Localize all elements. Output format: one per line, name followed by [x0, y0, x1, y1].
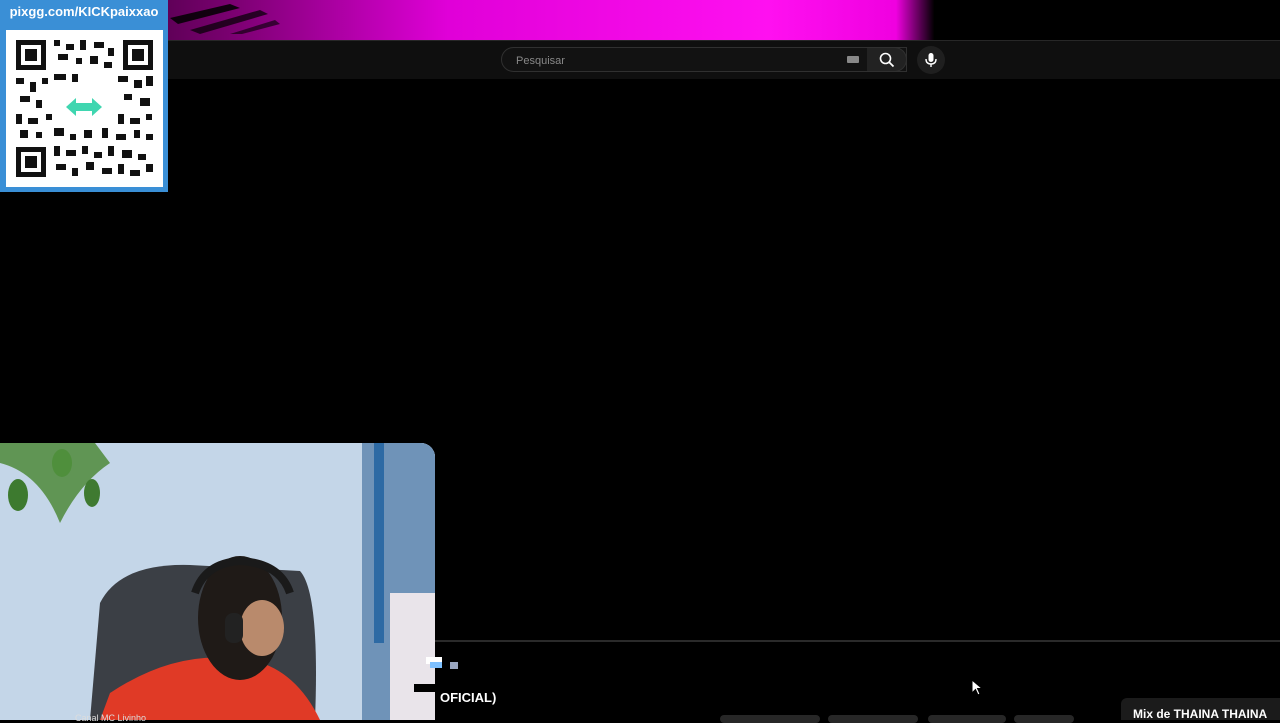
search-button[interactable] — [867, 47, 907, 72]
mix-card[interactable]: Mix de THAINA THAINA — [1121, 698, 1280, 721]
voice-search-button[interactable] — [917, 46, 945, 74]
chip[interactable] — [928, 715, 1006, 723]
video-title: OFICIAL) — [440, 690, 497, 705]
overlay-glitch — [414, 684, 436, 692]
chip[interactable] — [828, 715, 918, 723]
qr-code — [6, 30, 163, 187]
webcam-scene — [0, 443, 435, 720]
qr-url-label: pixgg.com/KICKpaixxao — [9, 4, 159, 19]
channel-name[interactable]: Canal MC Livinho — [75, 713, 146, 723]
stream-top-banner — [0, 0, 1280, 40]
chip[interactable] — [720, 715, 820, 723]
mic-icon — [925, 53, 937, 67]
search-input[interactable] — [514, 48, 838, 73]
player-progress-bar[interactable] — [435, 640, 1280, 642]
chip[interactable] — [1014, 715, 1074, 723]
search-box[interactable] — [501, 47, 907, 73]
keyboard-icon[interactable] — [847, 56, 859, 63]
mix-title: Mix de THAINA THAINA — [1133, 707, 1268, 721]
banner-stripes — [170, 4, 280, 34]
search-icon — [879, 52, 894, 67]
qr-donation-panel: pixgg.com/KICKpaixxao — [0, 0, 168, 192]
webcam-overlay — [0, 443, 435, 720]
overlay-glitch — [450, 662, 458, 669]
mouse-cursor-icon — [971, 679, 984, 696]
overlay-glitch — [430, 662, 442, 668]
